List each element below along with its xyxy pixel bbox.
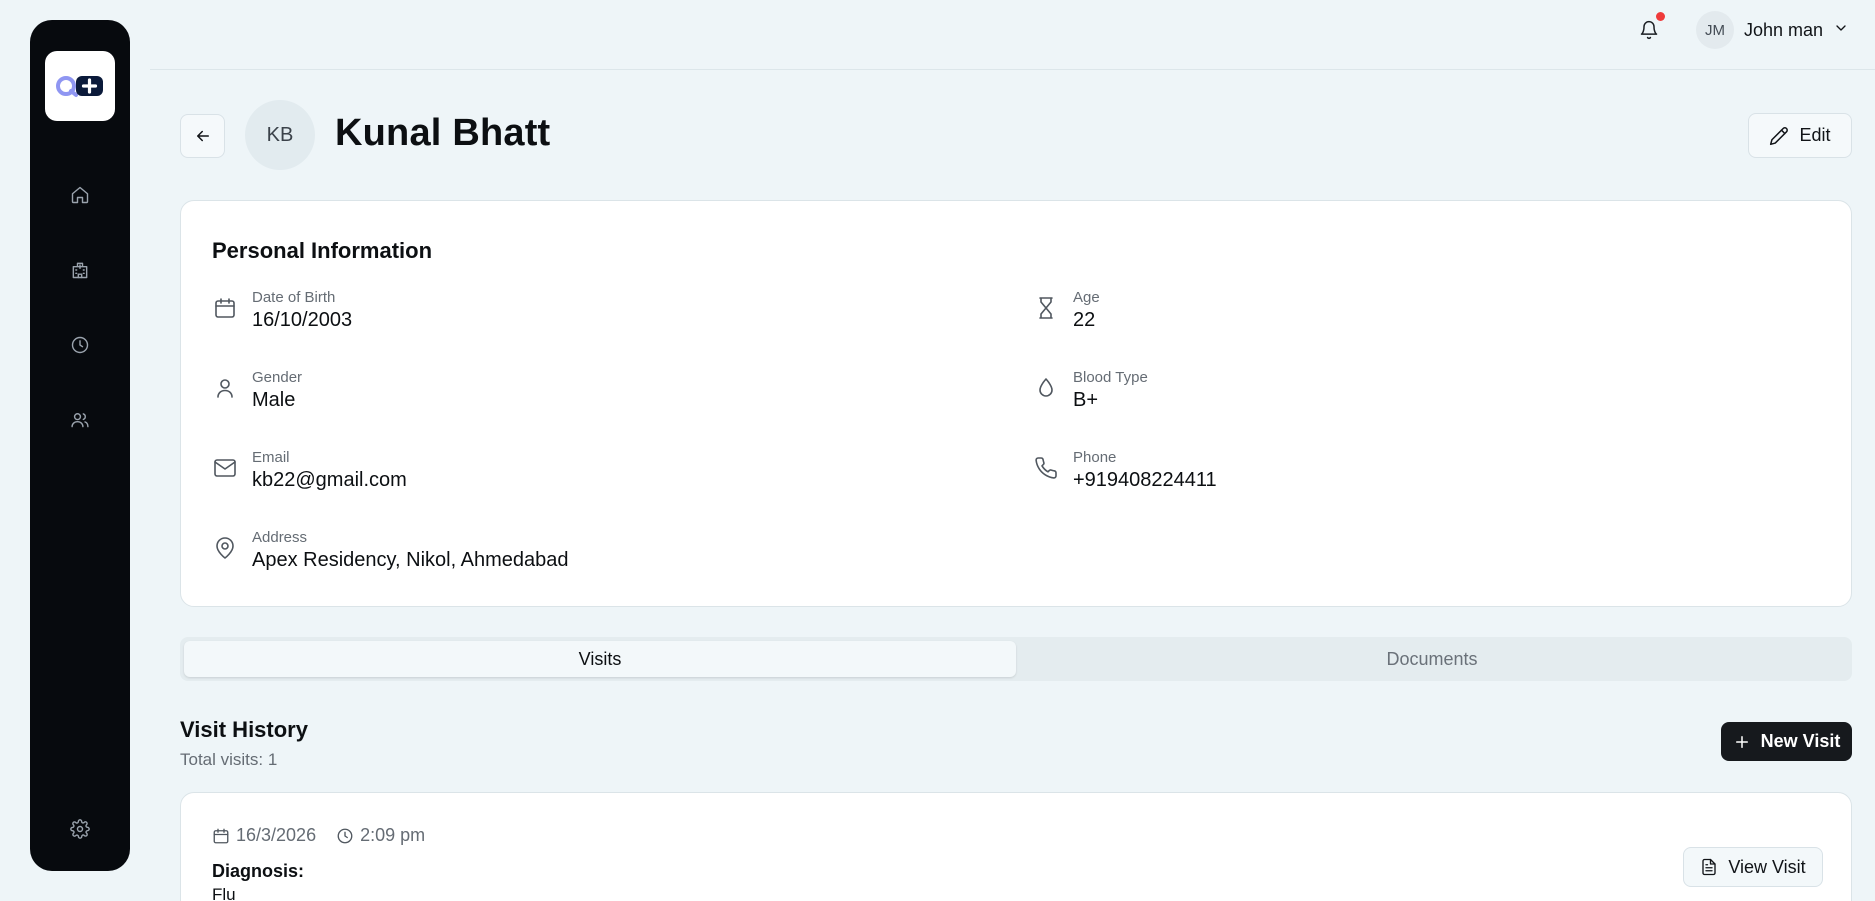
sidebar (30, 20, 130, 871)
field-label: Blood Type (1073, 369, 1148, 386)
field-label: Gender (252, 369, 303, 386)
visit-date-text: 16/3/2026 (236, 825, 317, 845)
field-value: kb22@gmail.com (252, 469, 407, 491)
hospital-icon (72, 262, 88, 279)
visit-meta: 16/3/2026 2:09 pm (212, 825, 425, 846)
diagnosis-label: Diagnosis: (212, 861, 305, 881)
arrow-left-icon (196, 130, 209, 142)
field-label: Phone (1073, 449, 1117, 466)
tab-visits[interactable]: Visits (184, 641, 1016, 677)
calendar-icon (213, 828, 229, 843)
hourglass-icon (1033, 295, 1059, 321)
field-value: B+ (1073, 389, 1099, 411)
field-label: Age (1073, 289, 1100, 306)
app-logo[interactable] (45, 51, 115, 121)
notifications-button[interactable] (1637, 18, 1661, 42)
tabs: Visits Documents (180, 637, 1852, 681)
nav-home[interactable] (68, 183, 92, 207)
visit-history-title: Visit History (180, 717, 308, 742)
clock-icon (71, 336, 89, 354)
field-value: +919408224411 (1073, 469, 1217, 491)
map-pin-icon (212, 535, 238, 561)
top-bar (150, 0, 1875, 70)
back-button[interactable] (180, 114, 225, 158)
user-icon (212, 375, 238, 401)
visit-count: Total visits: 1 (180, 750, 278, 769)
new-visit-label: New Visit (1760, 731, 1841, 751)
visit-card: 16/3/2026 2:09 pm Diagnosis: Flu View Vi… (180, 792, 1852, 901)
visit-time-text: 2:09 pm (360, 825, 426, 845)
user-menu[interactable]: JM John man (1696, 11, 1849, 49)
calendar-icon (212, 295, 238, 321)
field-value: 22 (1073, 309, 1096, 331)
field-label: Address (252, 529, 308, 546)
field-value: Male (252, 389, 296, 411)
view-visit-label: View Visit (1728, 856, 1806, 877)
gear-icon (70, 819, 90, 839)
patient-name: Kunal Bhatt (335, 112, 551, 154)
diagnosis-value: Flu (212, 885, 236, 901)
pencil-icon (1770, 126, 1789, 145)
file-text-icon (1702, 858, 1716, 876)
tab-documents[interactable]: Documents (1016, 641, 1848, 677)
bell-icon (1640, 20, 1658, 40)
nav-patients[interactable] (68, 408, 92, 432)
user-avatar: JM (1696, 11, 1734, 49)
clock-icon (337, 828, 353, 843)
view-visit-button[interactable]: View Visit (1683, 847, 1823, 887)
personal-info-title: Personal Information (212, 238, 433, 263)
new-visit-button[interactable]: New Visit (1721, 722, 1852, 761)
user-name: John man (1744, 19, 1824, 40)
logo-icon (56, 76, 103, 97)
field-value: Apex Residency, Nikol, Ahmedabad (252, 549, 569, 571)
visit-time: 2:09 pm (336, 825, 425, 846)
phone-icon (1033, 455, 1059, 481)
plus-icon (1735, 735, 1748, 748)
field-label: Email (252, 449, 290, 466)
nav-history[interactable] (68, 333, 92, 357)
edit-button[interactable]: Edit (1748, 113, 1852, 158)
notification-badge (1656, 12, 1665, 21)
nav-settings[interactable] (68, 817, 92, 841)
visit-date: 16/3/2026 (212, 825, 316, 846)
nav-hospital[interactable] (68, 258, 92, 282)
chevron-down-icon (1833, 20, 1849, 41)
mail-icon (212, 455, 238, 481)
field-label: Date of Birth (252, 289, 336, 306)
droplet-icon (1033, 375, 1059, 401)
users-icon (71, 413, 89, 428)
edit-label: Edit (1799, 125, 1831, 145)
home-icon (71, 186, 89, 204)
field-value: 16/10/2003 (252, 309, 353, 331)
patient-avatar: KB (245, 100, 315, 170)
personal-info-card: Personal Information Date of Birth 16/10… (180, 200, 1852, 607)
